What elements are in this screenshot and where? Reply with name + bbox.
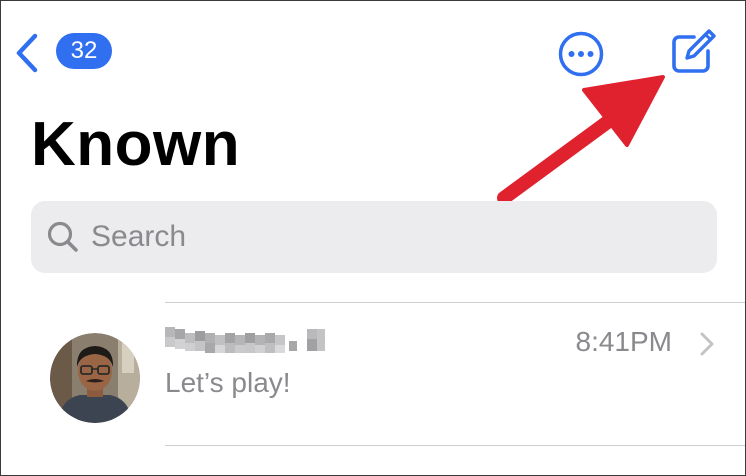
message-preview: Let’s play! [165,367,291,398]
messages-screen: 32 Known Search 8:41PM Let’s play! [0,0,746,476]
chevron-right-icon [700,332,714,356]
conversation-row[interactable]: 8:41PM Let’s play! [1,303,745,445]
avatar-photo [50,333,140,423]
contact-avatar [50,333,140,423]
list-separator [165,445,745,446]
ellipsis-circle-icon [558,31,604,77]
search-bar[interactable] [31,201,717,273]
sender-name-redacted [165,327,325,353]
compose-button[interactable] [667,27,717,77]
chevron-left-icon [16,33,38,73]
square-and-pencil-icon [672,29,716,73]
magnifying-glass-icon [47,221,78,252]
message-time: 8:41PM [575,326,673,357]
back-button[interactable] [13,31,43,75]
search-input[interactable] [91,215,691,259]
page-title: Known [31,110,241,179]
unread-count-badge[interactable]: 32 [56,33,112,69]
more-options-button[interactable] [557,30,605,78]
